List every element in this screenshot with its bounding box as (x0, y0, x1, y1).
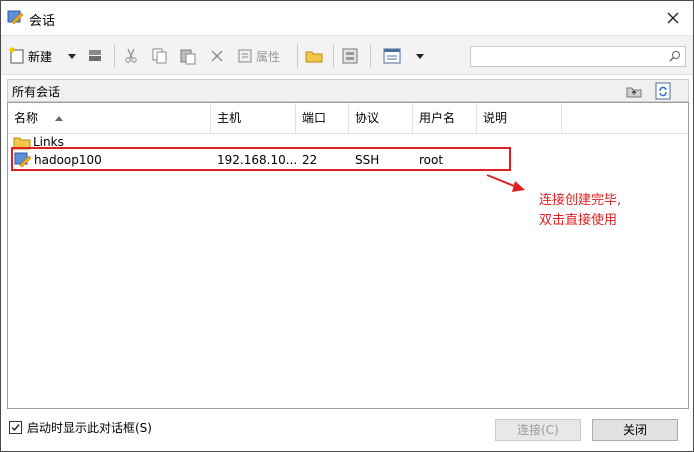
properties-icon (238, 49, 252, 63)
server-icon (89, 50, 101, 61)
show-on-startup-checkbox[interactable]: 启动时显示此对话框(S) (9, 419, 152, 436)
column-header-description[interactable]: 说明 (477, 103, 562, 133)
new-session-icon (9, 47, 24, 64)
go-up-folder-icon[interactable] (625, 82, 643, 100)
delete-button[interactable] (209, 46, 225, 66)
column-header-label: 名称 (14, 111, 39, 125)
folder-path-bar: 所有会话 (7, 79, 689, 102)
session-manager-button[interactable] (87, 46, 105, 66)
toolbar-separator (370, 44, 371, 68)
column-header-host[interactable]: 主机 (211, 103, 296, 133)
copy-icon (152, 48, 167, 64)
toolbar-separator (333, 44, 334, 68)
column-header-label: 用户名 (419, 111, 456, 125)
session-app-icon (7, 9, 24, 25)
chevron-down-icon (68, 54, 76, 59)
paste-button[interactable] (179, 46, 197, 66)
column-header-port[interactable]: 端口 (296, 103, 349, 133)
column-header-name[interactable]: 名称 (8, 103, 211, 133)
view-button[interactable] (383, 46, 401, 66)
new-session-button[interactable]: 新建 (7, 46, 52, 66)
scissors-icon (125, 48, 137, 63)
list-header: 名称 主机 端口 协议 用户名 说明 (8, 103, 688, 134)
toolbar-separator (297, 44, 298, 68)
column-header-label: 说明 (483, 111, 508, 125)
sort-ascending-icon (54, 116, 63, 121)
toolbar-separator (114, 44, 115, 68)
all-sessions-label: 所有会话 (12, 85, 61, 99)
new-folder-button[interactable] (305, 46, 323, 66)
column-header-label: 协议 (355, 111, 380, 125)
checkbox-box[interactable] (9, 421, 22, 434)
layout-button[interactable] (341, 46, 359, 66)
copy-button[interactable] (151, 46, 169, 66)
delete-icon (211, 50, 223, 62)
toolbar: 新建 属性 (1, 35, 693, 75)
annotation-line-1: 连接创建完毕, (539, 193, 622, 208)
annotation-highlight-box (11, 147, 511, 171)
column-header-label: 端口 (302, 111, 327, 125)
layout-icon (342, 48, 358, 64)
cut-button[interactable] (123, 46, 139, 66)
column-header-username[interactable]: 用户名 (413, 103, 477, 133)
search-input[interactable] (470, 46, 686, 67)
annotation-line-2: 双击直接使用 (539, 213, 618, 228)
title-bar: 会话 (1, 1, 693, 35)
checkmark-icon (11, 424, 20, 432)
session-dialog: 会话 新建 属性 所有会话 名称 主机 端口 协议 用户名 说明 Links h… (0, 0, 694, 452)
new-dropdown-button[interactable] (67, 46, 77, 66)
new-session-label: 新建 (28, 49, 53, 64)
view-dropdown-button[interactable] (415, 46, 425, 66)
close-icon[interactable] (663, 8, 683, 28)
column-header-protocol[interactable]: 协议 (349, 103, 413, 133)
window-title: 会话 (29, 14, 56, 29)
checkbox-label: 启动时显示此对话框(S) (27, 421, 152, 435)
annotation-arrow-icon (486, 174, 525, 192)
column-header-label: 主机 (217, 111, 242, 125)
annotation-text: 连接创建完毕, 双击直接使用 (539, 191, 621, 231)
close-button[interactable]: 关闭 (592, 419, 678, 441)
paste-icon (180, 49, 196, 65)
connect-button[interactable]: 连接(C) (495, 419, 581, 441)
properties-button[interactable]: 属性 (237, 46, 280, 66)
properties-label: 属性 (256, 49, 281, 64)
chevron-down-icon (416, 54, 424, 59)
search-icon (669, 51, 680, 62)
folder-icon (305, 51, 323, 63)
refresh-icon[interactable] (654, 82, 672, 100)
list-view-icon (383, 48, 401, 64)
